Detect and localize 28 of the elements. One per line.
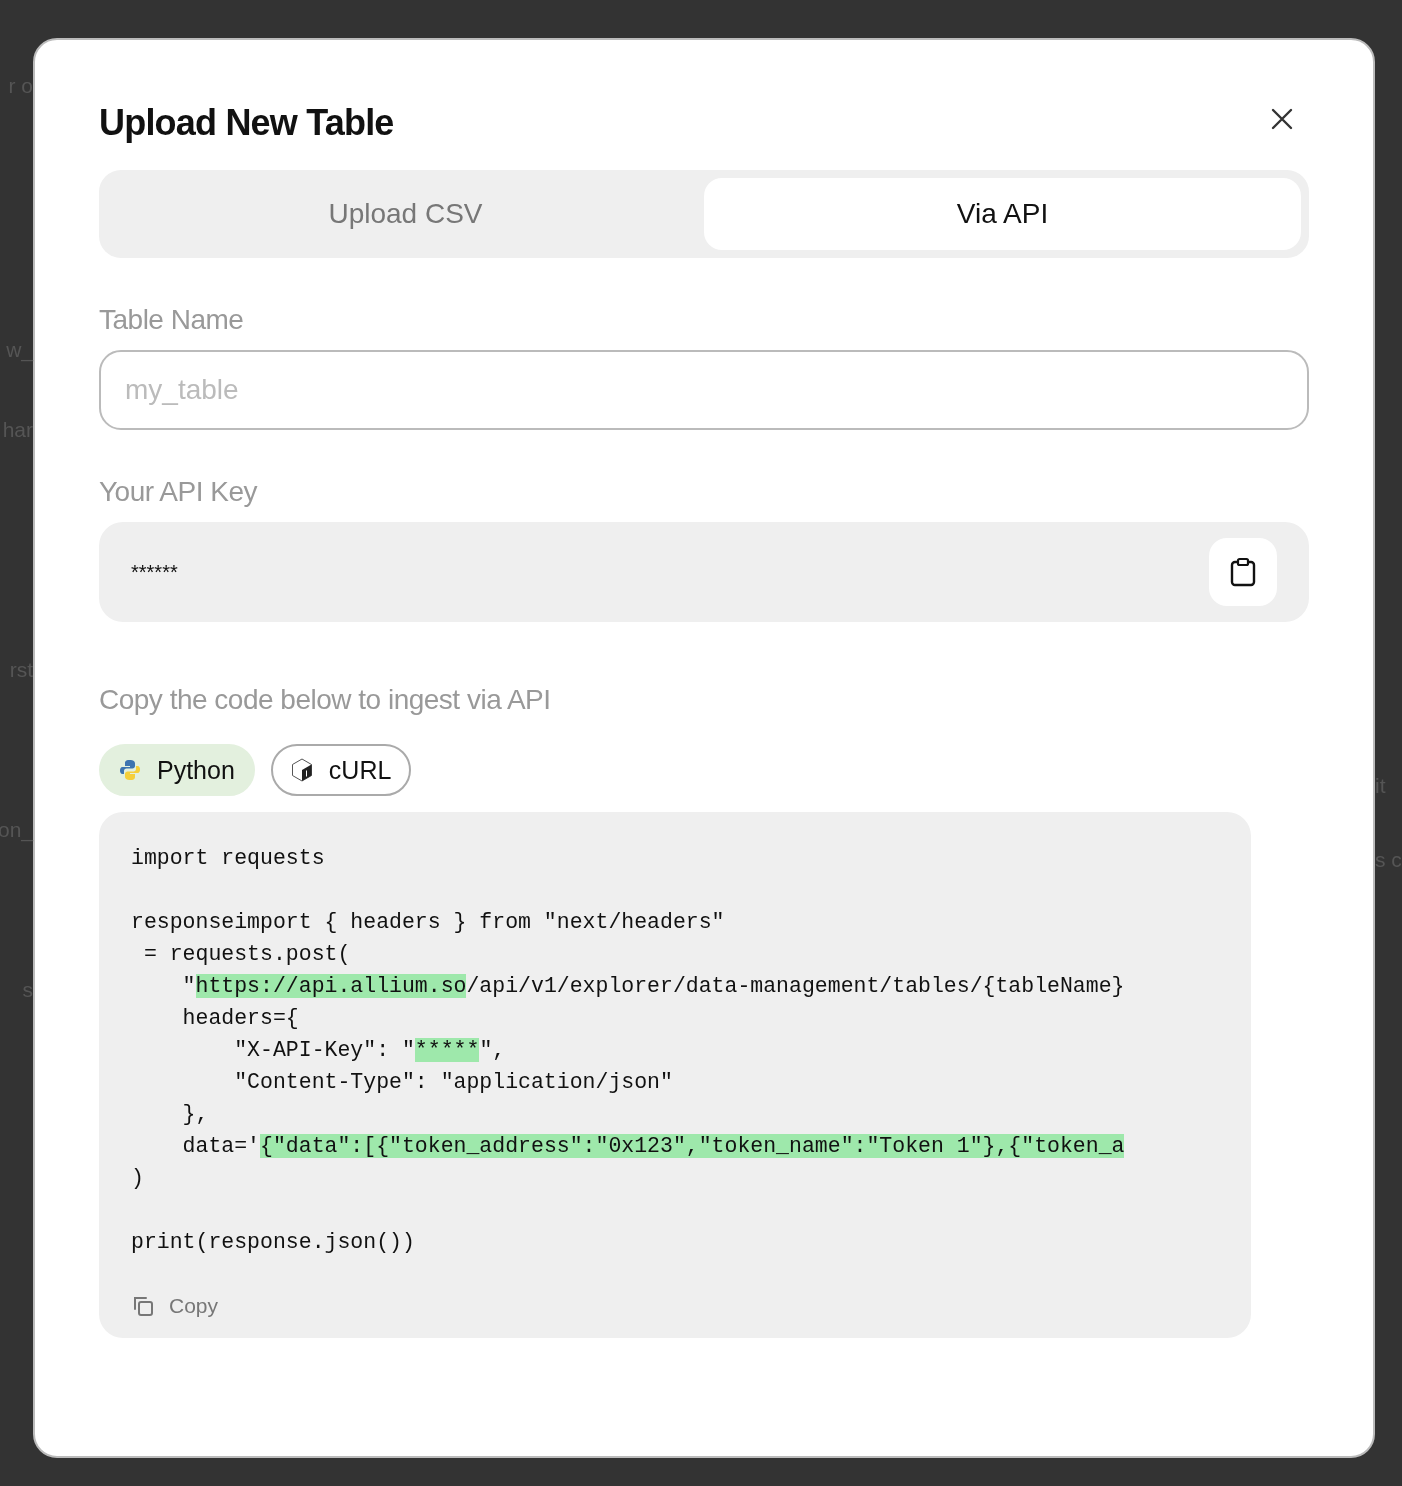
code-line: data='{"data":[{"token_address":"0x123","token_name":"Token 1"},{"token_a — [181, 1134, 1125, 1158]
code-line: "Content-Type": "application/json" — [233, 1070, 673, 1094]
code-line: }, — [181, 1102, 209, 1126]
tab[interactable]: Via API — [704, 178, 1301, 250]
table-name-field[interactable]: my_table — [99, 350, 1309, 430]
code-line: "https://api.allium.so/api/v1/explorer/data-management/tables/{tableName} — [181, 974, 1125, 998]
snake-logo-icon — [119, 759, 141, 781]
code-line: ) — [131, 1166, 144, 1190]
terminal-cube-icon — [290, 758, 313, 782]
field-label: Table Name — [99, 304, 245, 336]
close-icon[interactable] — [1271, 108, 1293, 130]
api-key-value: ****** — [131, 560, 178, 584]
language-chip[interactable]: Python — [99, 744, 255, 796]
tab[interactable]: Upload CSV — [107, 178, 704, 250]
code-line: responseimport { headers } from "next/headers" — [131, 910, 725, 934]
copy-button[interactable]: Copy — [131, 1294, 219, 1318]
code-line: "X-API-Key": "*****", — [233, 1038, 506, 1062]
code-line: import requests — [131, 846, 325, 870]
language-chip[interactable]: cURL — [270, 744, 412, 796]
clipboard-icon — [1230, 557, 1256, 587]
instruction-text: Copy the code below to ingest via API — [99, 684, 552, 716]
code-line: = requests.post( — [142, 942, 351, 966]
copy-icon — [131, 1294, 155, 1318]
clipboard-button[interactable] — [1209, 538, 1277, 606]
dialog-title: Upload New Table — [99, 102, 394, 144]
code-line: headers={ — [181, 1006, 299, 1030]
field-label: Your API Key — [99, 476, 259, 508]
code-line: print(response.json()) — [131, 1230, 415, 1254]
